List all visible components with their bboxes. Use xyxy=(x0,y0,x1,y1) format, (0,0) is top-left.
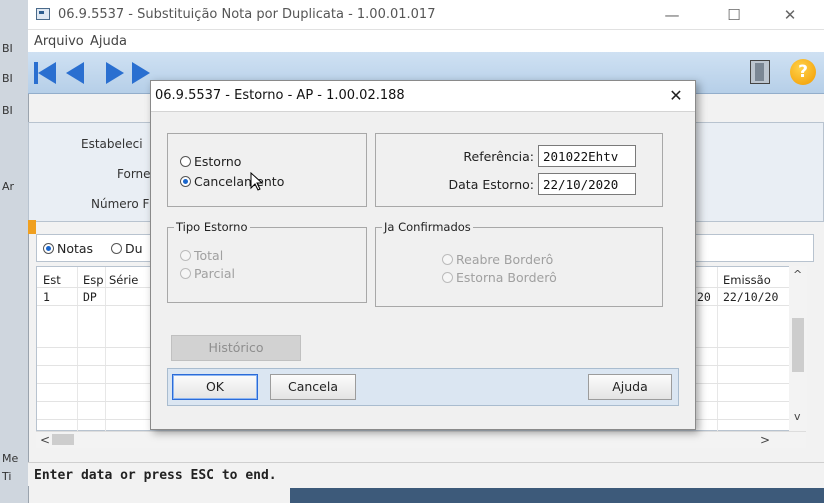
last-record-icon[interactable] xyxy=(132,62,150,84)
data-estorno-label: Data Estorno: xyxy=(448,177,534,192)
radio-reabre-bordero-label: Reabre Borderô xyxy=(456,252,554,267)
minimize-button[interactable]: — xyxy=(654,4,690,26)
radio-cancelamento-label: Cancelamento xyxy=(194,174,285,189)
scroll-right-icon[interactable]: > xyxy=(760,433,770,447)
status-bar: Enter data or press ESC to end. xyxy=(28,462,824,486)
horizontal-scrollbar[interactable] xyxy=(36,431,806,448)
menu-arquivo[interactable]: Arquivo xyxy=(34,34,84,49)
radio-total-label: Total xyxy=(194,248,224,263)
grid-divider xyxy=(105,267,106,432)
mouse-cursor-icon xyxy=(250,172,264,191)
background-text: BI xyxy=(2,72,13,85)
ja-confirmados-group: Ja Confirmados Reabre Borderô Estorna Bo… xyxy=(375,220,663,307)
background-text: Ar xyxy=(2,180,15,193)
radio-estorno[interactable]: Estorno xyxy=(180,154,241,169)
app-icon xyxy=(36,8,50,20)
cell-emissao[interactable]: 22/10/20 xyxy=(723,290,778,304)
main-title-bar[interactable]: 06.9.5537 - Substituição Nota por Duplic… xyxy=(28,0,824,30)
background-text: Ti xyxy=(2,470,12,483)
background-taskbar xyxy=(290,488,824,503)
radio-dot xyxy=(442,254,453,265)
scroll-left-icon[interactable]: < xyxy=(40,433,50,447)
scroll-up-icon[interactable]: ^ xyxy=(793,268,802,281)
background-text: Me xyxy=(2,452,19,465)
vertical-scroll-thumb[interactable] xyxy=(792,318,804,372)
radio-reabre-bordero[interactable]: Reabre Borderô xyxy=(442,252,553,267)
radio-dot xyxy=(180,250,191,261)
radio-duplicatas-label: Du xyxy=(125,241,143,256)
ok-button[interactable]: OK xyxy=(172,374,258,400)
dialog-title: 06.9.5537 - Estorno - AP - 1.00.02.188 xyxy=(155,88,405,103)
historico-button[interactable]: Histórico xyxy=(171,335,301,361)
radio-estorno-label: Estorno xyxy=(194,154,242,169)
cancela-button[interactable]: Cancela xyxy=(270,374,356,400)
fornecedor-label: Forne xyxy=(117,167,151,181)
radio-dot xyxy=(180,176,191,187)
cell-partial[interactable]: 20 xyxy=(697,290,711,304)
ajuda-button[interactable]: Ajuda xyxy=(588,374,672,400)
cell-esp[interactable]: DP xyxy=(83,290,97,304)
grid-divider xyxy=(717,267,718,432)
exit-door-icon[interactable] xyxy=(750,60,770,84)
radio-notas-label: Notas xyxy=(57,241,94,256)
radio-total[interactable]: Total xyxy=(180,248,223,263)
col-header-serie[interactable]: Série xyxy=(109,273,138,287)
estabelecimento-label: Estabeleci xyxy=(81,137,143,151)
referencia-label: Referência: xyxy=(463,149,534,164)
maximize-button[interactable]: ☐ xyxy=(716,4,752,26)
referencia-field[interactable]: 201022Ehtv xyxy=(538,145,636,167)
first-record-icon[interactable] xyxy=(34,62,56,84)
radio-parcial[interactable]: Parcial xyxy=(180,266,235,281)
help-icon[interactable]: ? xyxy=(790,59,816,85)
navigation-arrows xyxy=(34,62,150,84)
ja-confirmados-legend: Ja Confirmados xyxy=(382,220,473,234)
col-header-est[interactable]: Est xyxy=(43,273,61,287)
dialog-close-button[interactable]: ✕ xyxy=(663,84,689,108)
background-text: BI xyxy=(2,104,13,117)
cell-est[interactable]: 1 xyxy=(43,290,50,304)
tipo-estorno-group: Tipo Estorno Total Parcial xyxy=(167,220,367,303)
horizontal-scroll-thumb[interactable] xyxy=(52,434,74,445)
radio-notas[interactable]: Notas xyxy=(43,241,93,256)
scroll-down-icon[interactable]: v xyxy=(794,410,801,423)
radio-dot xyxy=(180,156,191,167)
dialog-button-bar: OK Cancela Ajuda xyxy=(167,368,679,406)
data-estorno-field[interactable]: 22/10/2020 xyxy=(538,173,636,195)
radio-estorna-bordero-label: Estorna Borderô xyxy=(456,270,557,285)
next-record-icon[interactable] xyxy=(106,62,124,84)
estorno-dialog: 06.9.5537 - Estorno - AP - 1.00.02.188 ✕… xyxy=(150,80,696,430)
radio-estorna-bordero[interactable]: Estorna Borderô xyxy=(442,270,557,285)
radio-dot xyxy=(180,268,191,279)
reference-group: Referência: 201022Ehtv Data Estorno: 22/… xyxy=(375,133,663,207)
close-button[interactable]: ✕ xyxy=(772,4,808,26)
col-header-emissao[interactable]: Emissão xyxy=(723,273,771,287)
menu-bar: Arquivo Ajuda xyxy=(28,30,824,52)
main-window-title: 06.9.5537 - Substituição Nota por Duplic… xyxy=(58,7,436,22)
dialog-title-bar[interactable]: 06.9.5537 - Estorno - AP - 1.00.02.188 ✕ xyxy=(151,81,695,112)
status-message: Enter data or press ESC to end. xyxy=(34,468,277,483)
menu-ajuda[interactable]: Ajuda xyxy=(90,34,127,49)
col-header-esp[interactable]: Esp xyxy=(83,273,104,287)
radio-parcial-label: Parcial xyxy=(194,266,235,281)
radio-dot xyxy=(442,272,453,283)
previous-record-icon[interactable] xyxy=(66,62,84,84)
radio-dot xyxy=(43,243,54,254)
orange-marker xyxy=(28,220,36,234)
radio-dot xyxy=(111,243,122,254)
mode-group: Estorno Cancelamento xyxy=(167,133,367,207)
numero-label: Número F xyxy=(91,197,150,211)
background-text: BI xyxy=(2,42,13,55)
radio-cancelamento[interactable]: Cancelamento xyxy=(180,174,284,189)
radio-duplicatas[interactable]: Du xyxy=(111,241,143,256)
grid-divider xyxy=(77,267,78,432)
tipo-estorno-legend: Tipo Estorno xyxy=(174,220,250,234)
